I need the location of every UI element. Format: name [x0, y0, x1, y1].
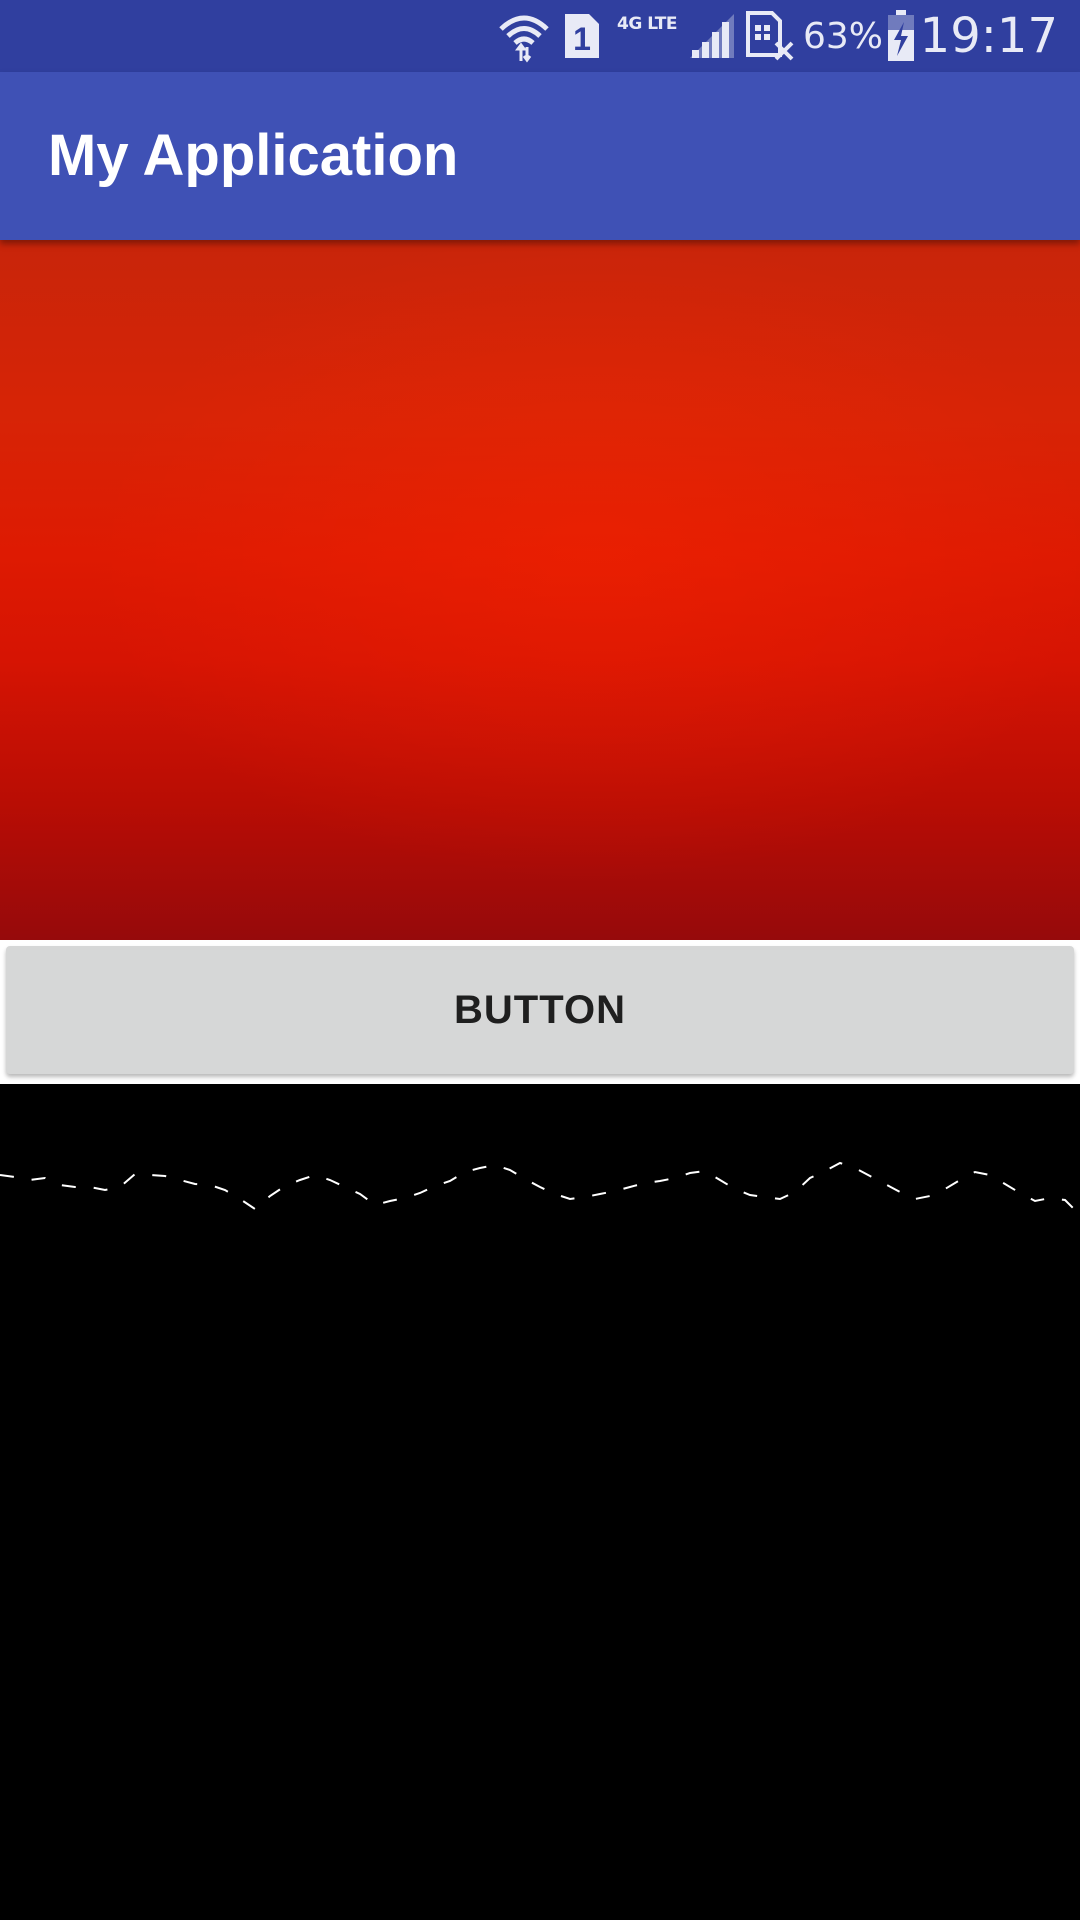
main-button[interactable]: BUTTON [6, 946, 1074, 1074]
status-bar: 1 4G LTE 63% 19:17 [0, 0, 1080, 72]
battery-charging-icon [884, 0, 918, 72]
cell-signal-icon [686, 0, 738, 72]
app-bar: My Application [0, 72, 1080, 240]
sim-1-icon: 1 [562, 0, 602, 72]
clock: 19:17 [919, 8, 1058, 64]
red-image [0, 240, 1080, 940]
waveform-line [0, 1161, 1080, 1216]
battery-percent: 63% [803, 15, 884, 57]
wifi-icon [495, 0, 553, 72]
svg-text:1: 1 [573, 21, 591, 57]
network-type-label: 4G LTE [617, 14, 677, 34]
no-sim-icon [744, 0, 796, 72]
app-title: My Application [48, 123, 459, 188]
drawing-canvas[interactable] [0, 1084, 1080, 1920]
button-container: BUTTON [0, 940, 1080, 1084]
